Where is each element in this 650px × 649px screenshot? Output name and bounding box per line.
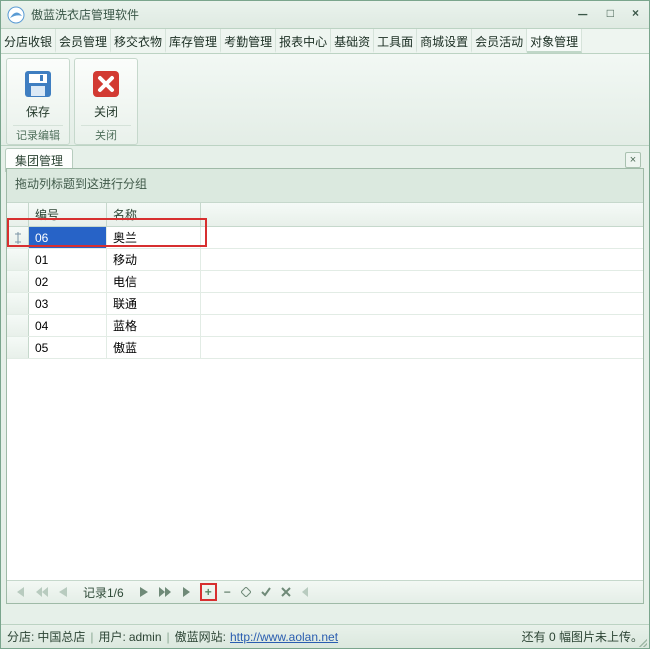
row-indicator-icon (7, 315, 29, 336)
row-indicator-icon (7, 271, 29, 292)
app-window: 傲蓝洗衣店管理软件 － □ × 分店收银会员管理移交衣物库存管理考勤管理报表中心… (0, 0, 650, 649)
menu-item[interactable]: 分店收银 (1, 29, 56, 53)
row-indicator-icon (7, 227, 29, 248)
ribbon-group-caption: 关闭 (81, 125, 131, 143)
cell-name[interactable]: 傲蓝 (107, 337, 201, 358)
ribbon-group: 保存记录编辑 (6, 58, 70, 145)
menu-item[interactable]: 基础资 (331, 29, 374, 53)
ribbon: 保存记录编辑关闭关闭 (1, 54, 649, 146)
table-row[interactable]: 04蓝格 (7, 315, 643, 337)
menu-item[interactable]: 报表中心 (276, 29, 331, 53)
status-store-value: 中国总店 (37, 628, 85, 645)
cell-id[interactable]: 05 (29, 337, 107, 358)
menu-item[interactable]: 库存管理 (166, 29, 221, 53)
row-indicator-icon (7, 337, 29, 358)
table-row[interactable]: 05傲蓝 (7, 337, 643, 359)
nav-delete-button[interactable]: − (221, 583, 234, 601)
table-row[interactable]: 03联通 (7, 293, 643, 315)
titlebar: 傲蓝洗衣店管理软件 － □ × (1, 1, 649, 29)
nav-edit-icon[interactable] (238, 585, 254, 599)
row-indicator-icon (7, 293, 29, 314)
status-site-label: 傲蓝网站: (175, 628, 226, 645)
record-navigator: 记录1/6 + − (7, 580, 643, 603)
grid-panel: 拖动列标题到这进行分组 编号 名称 06奥兰01移动02电信03联通04蓝格05… (6, 168, 644, 604)
ribbon-group-caption: 记录编辑 (13, 125, 63, 143)
menu-item[interactable]: 工具面 (374, 29, 417, 53)
status-site-link[interactable]: http://www.aolan.net (230, 630, 338, 644)
menu-item[interactable]: 会员活动 (472, 29, 527, 53)
close-x-icon (89, 67, 123, 101)
status-store-label: 分店: (7, 628, 34, 645)
cell-id[interactable]: 03 (29, 293, 107, 314)
grid-body: 06奥兰01移动02电信03联通04蓝格05傲蓝 (7, 227, 643, 359)
menu-item[interactable]: 对象管理 (527, 29, 582, 53)
ribbon-group: 关闭关闭 (74, 58, 138, 145)
cell-id[interactable]: 02 (29, 271, 107, 292)
cell-name[interactable]: 奥兰 (107, 227, 201, 248)
nav-record-label: 记录1/6 (75, 582, 132, 603)
nav-next-icon[interactable] (136, 585, 152, 599)
cell-id[interactable]: 04 (29, 315, 107, 336)
nav-last-icon[interactable] (178, 585, 196, 599)
grid-header: 编号 名称 (7, 203, 643, 227)
resize-grip-icon[interactable] (637, 637, 647, 647)
statusbar: 分店: 中国总店 | 用户: admin | 傲蓝网站: http://www.… (1, 624, 649, 648)
cell-id[interactable]: 06 (29, 227, 107, 248)
status-upload-info: 还有 0 幅图片未上传。 (522, 628, 643, 645)
row-indicator-icon (7, 249, 29, 270)
cell-name[interactable]: 移动 (107, 249, 201, 270)
close-button[interactable]: 关闭 (81, 64, 131, 123)
nav-add-button[interactable]: + (200, 583, 217, 601)
ribbon-button-label: 关闭 (94, 103, 118, 120)
cell-name[interactable]: 联通 (107, 293, 201, 314)
app-logo-icon (7, 6, 25, 24)
menu-item[interactable]: 会员管理 (56, 29, 111, 53)
save-icon (21, 67, 55, 101)
table-row[interactable]: 06奥兰 (7, 227, 643, 249)
column-id[interactable]: 编号 (29, 203, 107, 226)
nav-next-page-icon[interactable] (156, 585, 174, 599)
menu-item[interactable]: 移交衣物 (111, 29, 166, 53)
ribbon-button-label: 保存 (26, 103, 50, 120)
menu-item[interactable]: 商城设置 (417, 29, 472, 53)
nav-first-icon[interactable] (11, 585, 29, 599)
nav-prev-page-icon[interactable] (33, 585, 51, 599)
table-row[interactable]: 01移动 (7, 249, 643, 271)
table-row[interactable]: 02电信 (7, 271, 643, 293)
cell-name[interactable]: 电信 (107, 271, 201, 292)
app-title: 傲蓝洗衣店管理软件 (31, 6, 573, 23)
status-user-label: 用户: (98, 628, 125, 645)
cell-name[interactable]: 蓝格 (107, 315, 201, 336)
save-button[interactable]: 保存 (13, 64, 63, 123)
window-close-button[interactable]: × (628, 4, 643, 25)
status-user-value: admin (129, 630, 162, 644)
plus-icon: + (202, 585, 215, 599)
minimize-button[interactable]: － (573, 4, 593, 25)
group-by-hint[interactable]: 拖动列标题到这进行分组 (7, 169, 643, 203)
column-name[interactable]: 名称 (107, 203, 201, 226)
column-spacer (201, 203, 643, 226)
nav-cancel-icon[interactable] (278, 585, 294, 599)
cell-id[interactable]: 01 (29, 249, 107, 270)
nav-scroll-left-icon[interactable] (298, 585, 312, 599)
menu-item[interactable]: 考勤管理 (221, 29, 276, 53)
maximize-button[interactable]: □ (603, 4, 618, 25)
nav-commit-icon[interactable] (258, 585, 274, 599)
tab-close-button[interactable]: × (625, 152, 641, 168)
main-menubar: 分店收银会员管理移交衣物库存管理考勤管理报表中心基础资工具面商城设置会员活动对象… (1, 29, 649, 54)
column-indicator (7, 203, 29, 226)
nav-prev-icon[interactable] (55, 585, 71, 599)
